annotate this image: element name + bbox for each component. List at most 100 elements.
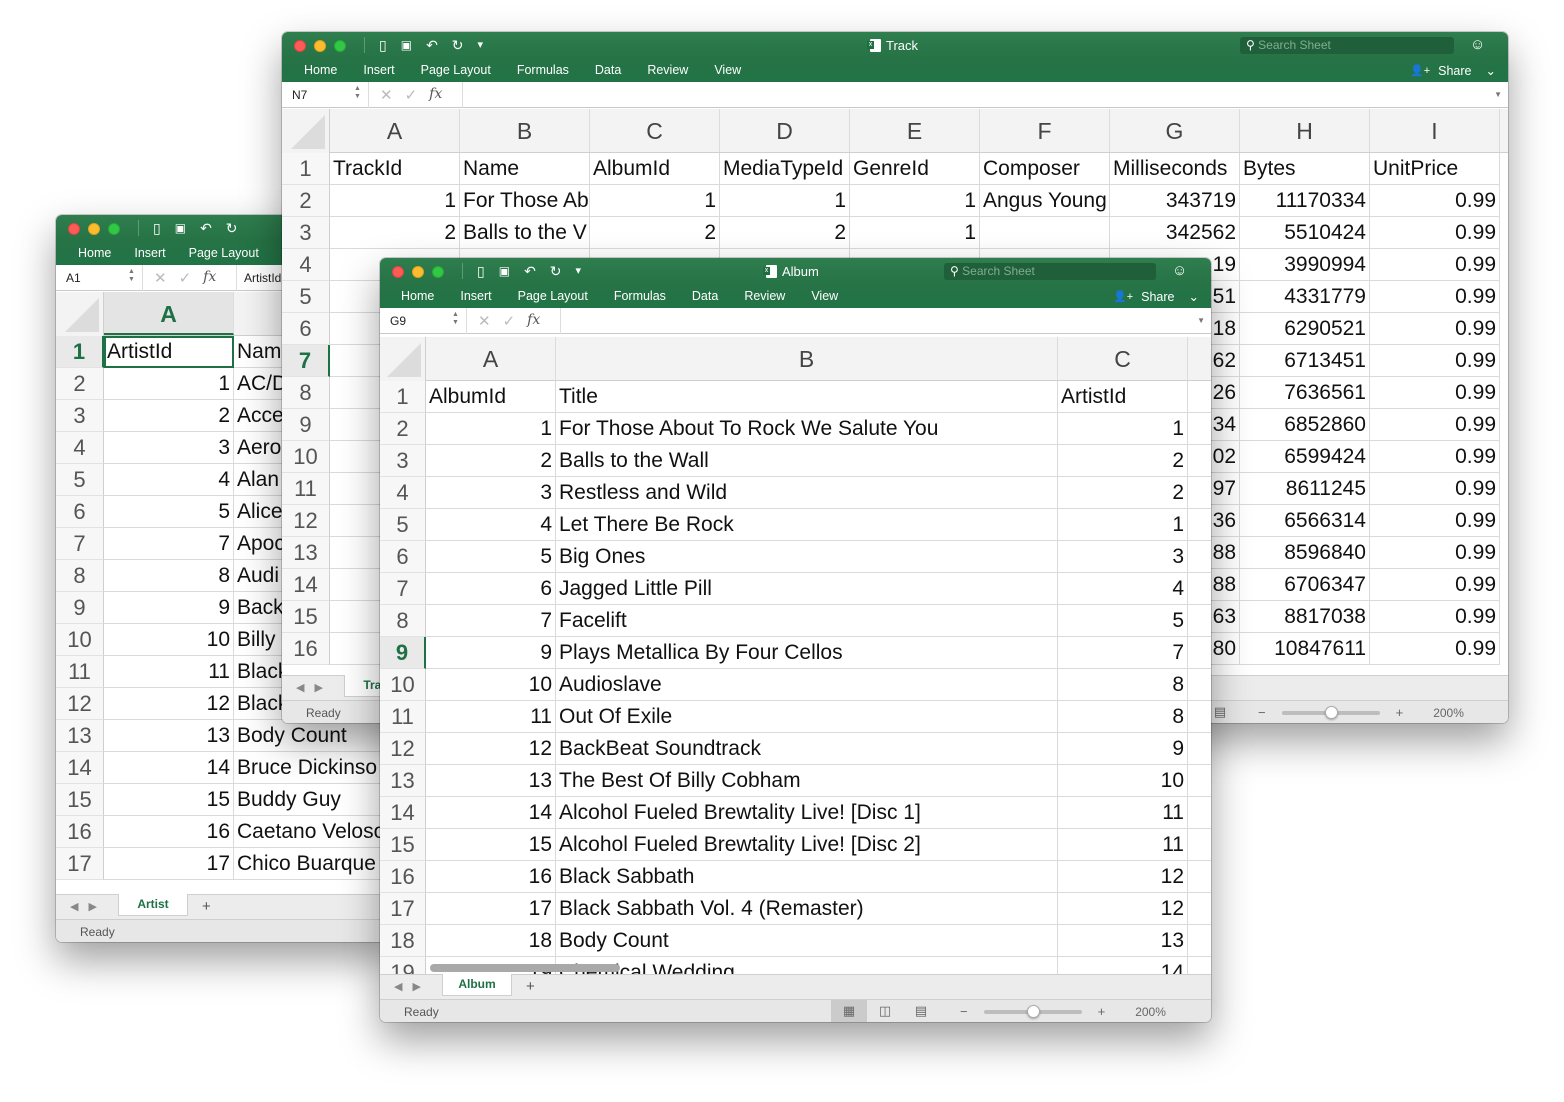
table-cell[interactable]: 17	[426, 893, 556, 925]
tab-page-layout[interactable]: Page Layout	[189, 246, 259, 260]
table-cell[interactable]: 1	[850, 185, 980, 217]
table-cell[interactable]: Black Sabbath Vol. 4 (Remaster)	[556, 893, 1058, 925]
next-sheet-arrow-icon[interactable]: ▶	[412, 980, 420, 993]
row-header-5[interactable]: 5	[380, 509, 426, 541]
insert-function-icon[interactable]: fx	[203, 269, 216, 287]
select-all-corner[interactable]	[282, 109, 330, 153]
name-box[interactable]: N7	[292, 88, 307, 102]
table-cell[interactable]: 12	[1058, 861, 1188, 893]
select-all-corner[interactable]	[56, 292, 104, 336]
table-cell[interactable]: 12	[426, 733, 556, 765]
save-icon[interactable]: ▣	[175, 220, 186, 236]
table-cell[interactable]: 11	[1058, 797, 1188, 829]
table-cell[interactable]: 1	[720, 185, 850, 217]
table-cell[interactable]: 12	[104, 688, 234, 720]
row-header-3[interactable]: 3	[282, 217, 330, 249]
table-cell[interactable]: 8817038	[1240, 601, 1370, 633]
table-cell[interactable]: 2	[426, 445, 556, 477]
table-cell[interactable]: Chemical Wedding	[556, 957, 1058, 974]
row-header-4[interactable]: 4	[56, 432, 104, 464]
table-cell[interactable]	[1188, 925, 1211, 957]
previous-sheet-arrow-icon[interactable]: ◀	[394, 980, 402, 993]
save-icon[interactable]: ▣	[499, 263, 510, 279]
header-cell[interactable]: Composer	[980, 153, 1110, 185]
row-header-11[interactable]: 11	[380, 701, 426, 733]
table-cell[interactable]: 0.99	[1370, 249, 1500, 281]
zoom-window-button[interactable]	[108, 223, 120, 235]
column-header-blank[interactable]	[1188, 337, 1211, 380]
table-cell[interactable]: Audioslave	[556, 669, 1058, 701]
row-header-4[interactable]: 4	[380, 477, 426, 509]
table-cell[interactable]: 6290521	[1240, 313, 1370, 345]
row-header-6[interactable]: 6	[56, 496, 104, 528]
table-cell[interactable]: 0.99	[1370, 601, 1500, 633]
table-cell[interactable]: 0.99	[1370, 281, 1500, 313]
close-window-button[interactable]	[392, 266, 404, 278]
table-cell[interactable]: 11170334	[1240, 185, 1370, 217]
table-cell[interactable]: 1	[850, 217, 980, 249]
table-cell[interactable]: 5510424	[1240, 217, 1370, 249]
table-cell[interactable]: 6599424	[1240, 441, 1370, 473]
table-cell[interactable]: 5	[426, 541, 556, 573]
row-header-8[interactable]: 8	[56, 560, 104, 592]
table-cell[interactable]: 0.99	[1370, 185, 1500, 217]
spreadsheet-grid[interactable]: A B C 1 AlbumId Title ArtistId 2 1 For Those Abou…	[380, 337, 1211, 974]
row-header-10[interactable]: 10	[56, 624, 104, 656]
table-cell[interactable]	[1188, 957, 1211, 974]
row-header-16[interactable]: 16	[282, 633, 330, 665]
undo-icon[interactable]: ↶	[426, 37, 438, 53]
column-header-i[interactable]: I	[1370, 109, 1500, 152]
column-header-c[interactable]: C	[1058, 337, 1188, 380]
zoom-out-button[interactable]: −	[960, 1004, 968, 1019]
table-cell[interactable]	[1188, 765, 1211, 797]
header-cell[interactable]: MediaTypeId	[720, 153, 850, 185]
select-all-corner[interactable]	[380, 337, 426, 381]
add-sheet-button[interactable]: +	[526, 978, 535, 995]
table-cell[interactable]: 2	[1058, 477, 1188, 509]
table-cell[interactable]: 0.99	[1370, 345, 1500, 377]
table-cell[interactable]	[1188, 893, 1211, 925]
column-header-g[interactable]: G	[1110, 109, 1240, 152]
undo-icon[interactable]: ↶	[524, 263, 536, 279]
feedback-smiley-icon[interactable]: ☺	[1172, 262, 1187, 279]
cancel-icon[interactable]: ✕	[380, 86, 393, 104]
row-header-2[interactable]: 2	[380, 413, 426, 445]
tab-formulas[interactable]: Formulas	[517, 63, 569, 77]
table-cell[interactable]: Black Sabbath	[556, 861, 1058, 893]
table-cell[interactable]: 0.99	[1370, 569, 1500, 601]
table-cell[interactable]: 2	[720, 217, 850, 249]
table-cell[interactable]: 8611245	[1240, 473, 1370, 505]
tab-home[interactable]: Home	[78, 246, 111, 260]
share-button[interactable]: 👤+ Share ⌄	[1113, 289, 1199, 305]
header-cell[interactable]: AlbumId	[590, 153, 720, 185]
header-cell[interactable]: Milliseconds	[1110, 153, 1240, 185]
table-cell[interactable]: 2	[104, 400, 234, 432]
column-header-d[interactable]: D	[720, 109, 850, 152]
previous-sheet-arrow-icon[interactable]: ◀	[70, 900, 78, 913]
table-cell[interactable]: Angus Young	[980, 185, 1110, 217]
table-cell[interactable]: 10	[426, 669, 556, 701]
header-cell[interactable]: ArtistId	[104, 336, 234, 368]
row-header-15[interactable]: 15	[380, 829, 426, 861]
redo-icon[interactable]: ↻	[550, 263, 562, 279]
table-cell[interactable]: 13	[1058, 925, 1188, 957]
close-window-button[interactable]	[68, 223, 80, 235]
row-header-6[interactable]: 6	[282, 313, 330, 345]
header-cell[interactable]: GenreId	[850, 153, 980, 185]
row-header-17[interactable]: 17	[56, 848, 104, 880]
column-header-c[interactable]: C	[590, 109, 720, 152]
feedback-smiley-icon[interactable]: ☺	[1470, 36, 1485, 53]
row-header-16[interactable]: 16	[380, 861, 426, 893]
save-icon[interactable]: ▣	[401, 37, 412, 53]
table-cell[interactable]: 8596840	[1240, 537, 1370, 569]
table-cell[interactable]	[1188, 669, 1211, 701]
table-cell[interactable]: For Those About To Rock We Salute You	[556, 413, 1058, 445]
tab-formulas[interactable]: Formulas	[614, 289, 666, 303]
table-cell[interactable]	[1188, 637, 1211, 669]
table-cell[interactable]: Balls to the V	[460, 217, 590, 249]
table-cell[interactable]: Bruce Dickinso	[234, 752, 394, 784]
column-header-a[interactable]: A	[426, 337, 556, 380]
table-cell[interactable]: 14	[1058, 957, 1188, 974]
table-cell[interactable]: 342562	[1110, 217, 1240, 249]
tab-view[interactable]: View	[714, 63, 741, 77]
